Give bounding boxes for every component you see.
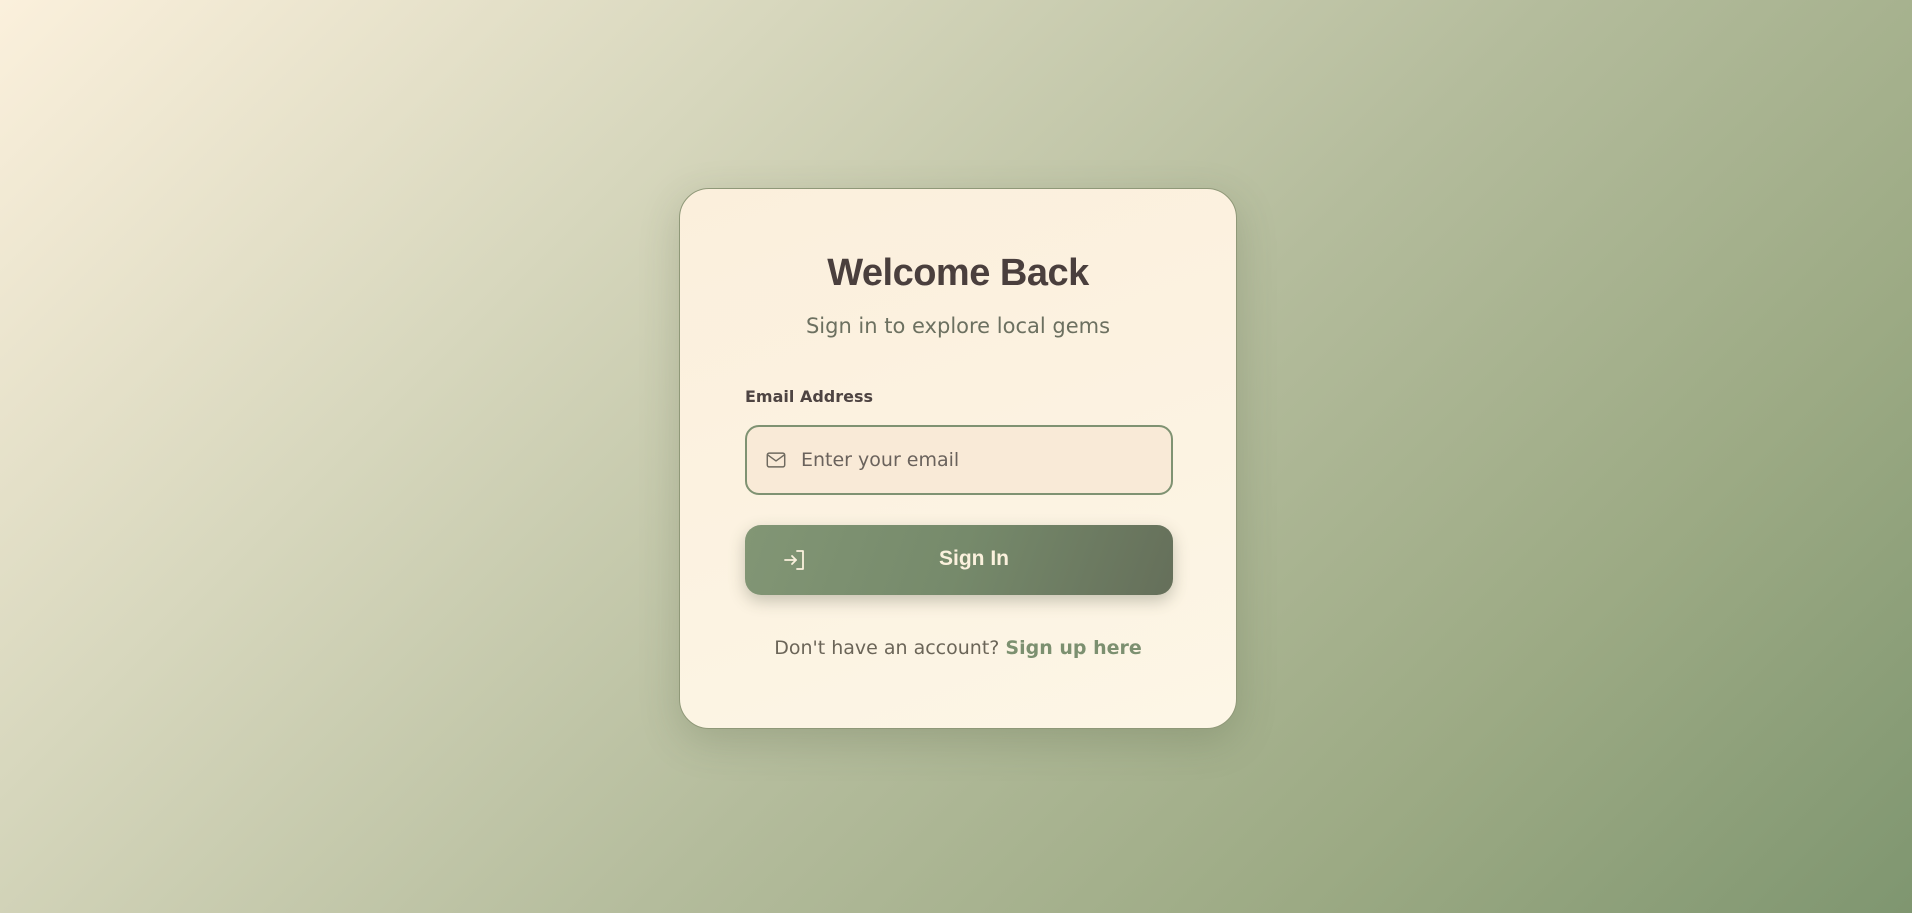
mail-icon <box>766 452 786 468</box>
page-subtitle: Sign in to explore local gems <box>805 314 1111 338</box>
sign-in-button[interactable]: Sign In <box>745 525 1173 595</box>
sign-in-label: Sign In <box>939 547 1009 570</box>
email-field[interactable] <box>801 427 1161 493</box>
email-label: Email Address <box>745 387 874 406</box>
signup-prompt-text: Don't have an account? <box>774 637 1000 659</box>
signup-prompt: Don't have an account? Sign up here <box>680 637 1236 659</box>
login-card: Welcome Back Sign in to explore local ge… <box>679 188 1237 729</box>
email-field-wrapper[interactable] <box>745 425 1173 495</box>
signup-link[interactable]: Sign up here <box>1005 637 1141 659</box>
page-title: Welcome Back <box>827 252 1089 294</box>
